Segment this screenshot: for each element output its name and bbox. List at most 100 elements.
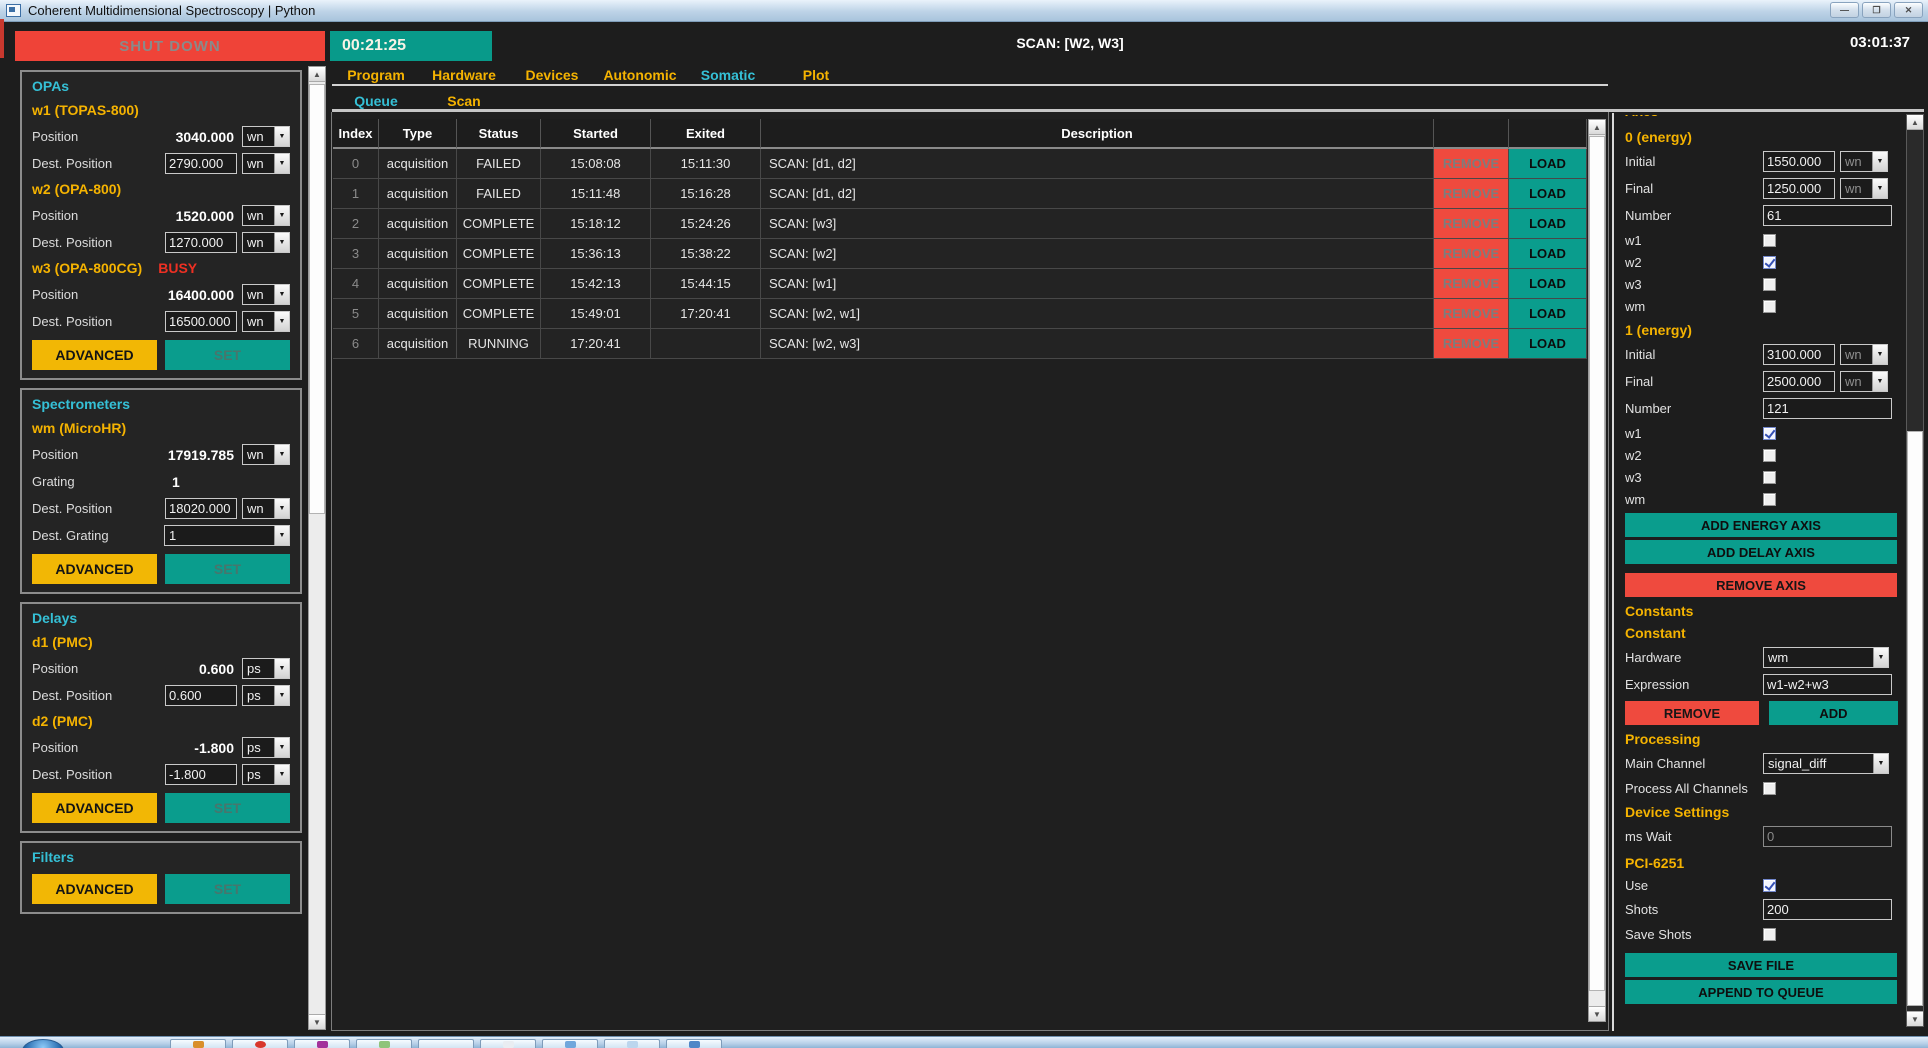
load-button[interactable]: LOAD (1509, 179, 1586, 208)
axis-final-input[interactable] (1763, 178, 1835, 199)
taskbar-icon[interactable] (170, 1039, 226, 1048)
units-select[interactable]: wn▼ (242, 232, 290, 253)
advanced-button[interactable]: ADVANCED (32, 340, 157, 370)
scroll-down-icon[interactable]: ▼ (1907, 1011, 1923, 1026)
chevron-down-icon[interactable]: ▼ (274, 738, 289, 757)
shots-input[interactable] (1763, 899, 1892, 920)
scroll-up-icon[interactable]: ▲ (1589, 120, 1605, 135)
main-channel-select[interactable]: signal_diff ▼ (1763, 753, 1889, 774)
axis-initial-input[interactable] (1763, 151, 1835, 172)
scrollbar-thumb[interactable] (1589, 136, 1605, 991)
load-button[interactable]: LOAD (1509, 329, 1586, 358)
w3-checkbox[interactable] (1763, 471, 1776, 484)
remove-axis-button[interactable]: REMOVE AXIS (1625, 573, 1897, 597)
wm-checkbox[interactable] (1763, 300, 1776, 313)
shutdown-button[interactable]: SHUT DOWN (15, 31, 325, 61)
chevron-down-icon[interactable]: ▼ (1873, 754, 1888, 773)
scrollbar-thumb[interactable] (309, 84, 325, 514)
w2-checkbox[interactable] (1763, 256, 1776, 269)
chevron-down-icon[interactable]: ▼ (274, 686, 289, 705)
queue-scrollbar[interactable]: ▲ ▼ (1588, 119, 1606, 1022)
add-delay-axis-button[interactable]: ADD DELAY AXIS (1625, 540, 1897, 564)
save-shots-checkbox[interactable] (1763, 928, 1776, 941)
load-button[interactable]: LOAD (1509, 239, 1586, 268)
close-button[interactable]: ✕ (1894, 2, 1923, 18)
subtab-scan[interactable]: Scan (420, 92, 508, 110)
taskbar-icon[interactable] (356, 1039, 412, 1048)
units-select[interactable]: ps▼ (242, 764, 290, 785)
dest-position-input[interactable] (165, 498, 237, 519)
scroll-up-icon[interactable]: ▲ (309, 67, 325, 82)
units-select[interactable]: wn▼ (1840, 371, 1888, 392)
units-select[interactable]: ps▼ (242, 685, 290, 706)
dest-grating-select[interactable]: 1▼ (164, 525, 290, 546)
taskbar-icon[interactable] (480, 1039, 536, 1048)
axis-initial-input[interactable] (1763, 344, 1835, 365)
scan-panel-scrollbar[interactable]: ▲ ▼ (1906, 114, 1924, 1027)
axis-final-input[interactable] (1763, 371, 1835, 392)
wm-checkbox[interactable] (1763, 493, 1776, 506)
start-button[interactable] (22, 1039, 64, 1048)
taskbar-icon[interactable] (294, 1039, 350, 1048)
chevron-down-icon[interactable]: ▼ (274, 285, 289, 304)
chevron-down-icon[interactable]: ▼ (274, 127, 289, 146)
subtab-queue[interactable]: Queue (332, 92, 420, 110)
dest-position-input[interactable] (165, 311, 237, 332)
append-to-queue-button[interactable]: APPEND TO QUEUE (1625, 980, 1897, 1004)
chevron-down-icon[interactable]: ▼ (1872, 179, 1887, 198)
add-energy-axis-button[interactable]: ADD ENERGY AXIS (1625, 513, 1897, 537)
tab-autonomic[interactable]: Autonomic (596, 66, 684, 84)
tab-devices[interactable]: Devices (508, 66, 596, 84)
chevron-down-icon[interactable]: ▼ (274, 526, 289, 545)
chevron-down-icon[interactable]: ▼ (274, 499, 289, 518)
remove-button[interactable]: REMOVE (1434, 269, 1508, 298)
add-constant-button[interactable]: ADD (1769, 701, 1898, 725)
chevron-down-icon[interactable]: ▼ (274, 765, 289, 784)
tab-somatic[interactable]: Somatic (684, 66, 772, 84)
set-button[interactable]: SET (165, 554, 290, 584)
set-button[interactable]: SET (165, 874, 290, 904)
taskbar-icon[interactable] (542, 1039, 598, 1048)
chevron-down-icon[interactable]: ▼ (274, 445, 289, 464)
load-button[interactable]: LOAD (1509, 149, 1586, 178)
expression-input[interactable] (1763, 674, 1892, 695)
w3-checkbox[interactable] (1763, 278, 1776, 291)
dest-position-input[interactable] (165, 685, 237, 706)
minimize-button[interactable]: — (1830, 2, 1859, 18)
units-select[interactable]: wn▼ (242, 153, 290, 174)
w2-checkbox[interactable] (1763, 449, 1776, 462)
w1-checkbox[interactable] (1763, 234, 1776, 247)
scroll-down-icon[interactable]: ▼ (309, 1014, 325, 1029)
units-select[interactable]: wn▼ (242, 498, 290, 519)
use-checkbox[interactable] (1763, 879, 1776, 892)
units-select[interactable]: wn▼ (242, 205, 290, 226)
save-file-button[interactable]: SAVE FILE (1625, 953, 1897, 977)
load-button[interactable]: LOAD (1509, 269, 1586, 298)
scroll-down-icon[interactable]: ▼ (1589, 1006, 1605, 1021)
chevron-down-icon[interactable]: ▼ (274, 154, 289, 173)
remove-constant-button[interactable]: REMOVE (1625, 701, 1759, 725)
remove-button[interactable]: REMOVE (1434, 299, 1508, 328)
units-select[interactable]: wn▼ (1840, 344, 1888, 365)
remove-button[interactable]: REMOVE (1434, 329, 1508, 358)
units-select[interactable]: wn▼ (1840, 178, 1888, 199)
chevron-down-icon[interactable]: ▼ (1873, 648, 1888, 667)
axis-number-input[interactable] (1763, 205, 1892, 226)
hardware-select[interactable]: wm ▼ (1763, 647, 1889, 668)
taskbar-icon[interactable] (418, 1039, 474, 1048)
chevron-down-icon[interactable]: ▼ (274, 659, 289, 678)
units-select[interactable]: wn▼ (242, 284, 290, 305)
tab-hardware[interactable]: Hardware (420, 66, 508, 84)
units-select[interactable]: wn▼ (242, 311, 290, 332)
process-all-channels-checkbox[interactable] (1763, 782, 1776, 795)
units-select[interactable]: ps▼ (242, 737, 290, 758)
units-select[interactable]: wn▼ (1840, 151, 1888, 172)
dest-position-input[interactable] (165, 764, 237, 785)
chevron-down-icon[interactable]: ▼ (1872, 345, 1887, 364)
set-button[interactable]: SET (165, 793, 290, 823)
chevron-down-icon[interactable]: ▼ (274, 312, 289, 331)
remove-button[interactable]: REMOVE (1434, 179, 1508, 208)
set-button[interactable]: SET (165, 340, 290, 370)
scroll-up-icon[interactable]: ▲ (1907, 115, 1923, 130)
chevron-down-icon[interactable]: ▼ (1872, 372, 1887, 391)
